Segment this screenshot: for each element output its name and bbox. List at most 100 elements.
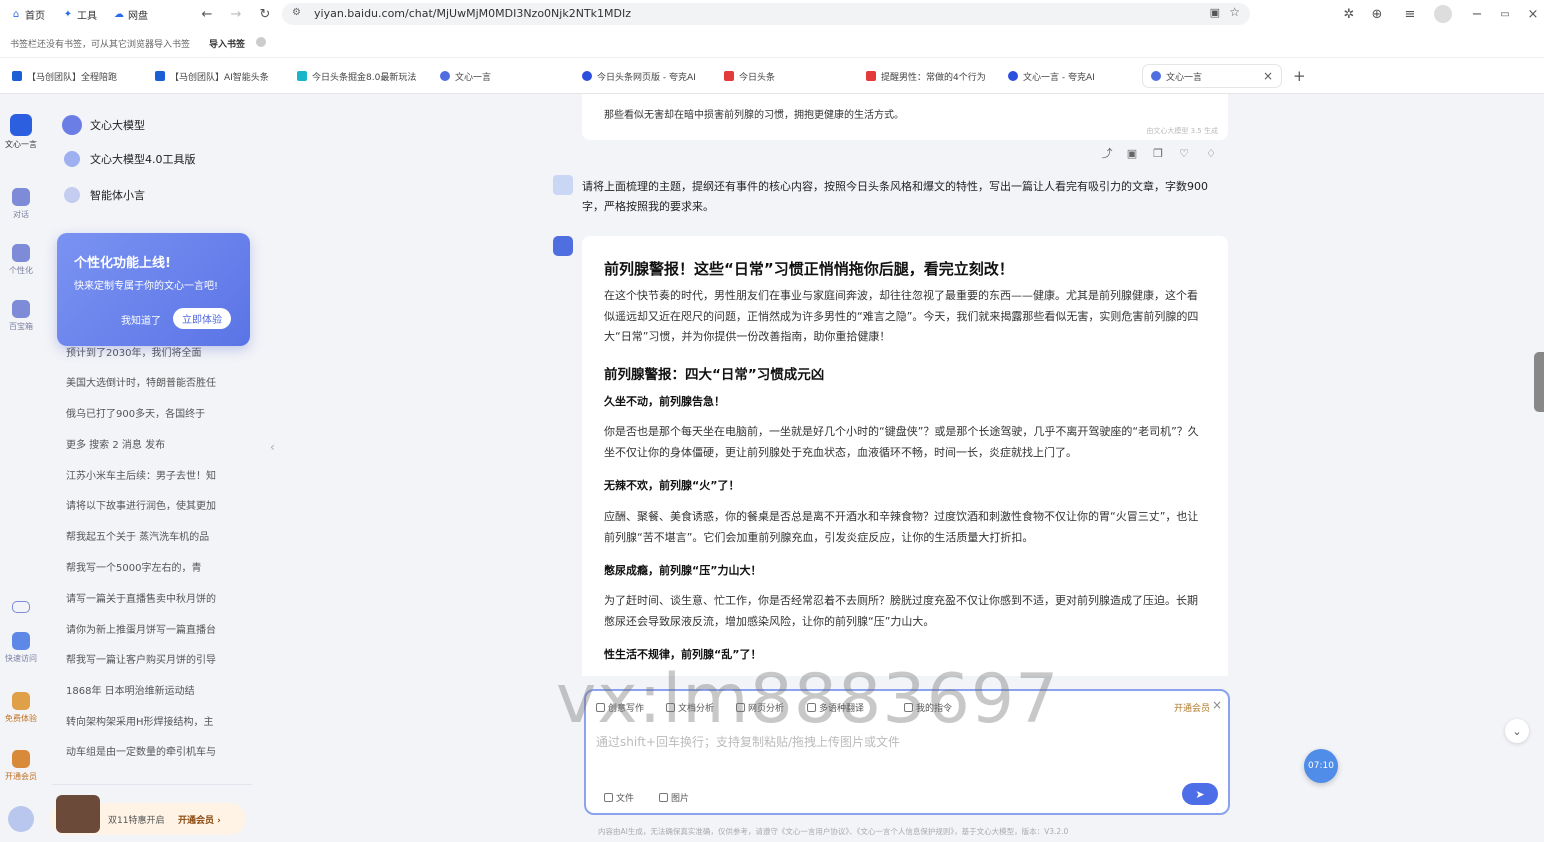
history-item[interactable]: 俄乌已打了900多天，各国终于 [66, 405, 236, 420]
minimize-icon[interactable]: − [1468, 5, 1486, 23]
address-bar[interactable]: ⚙ yiyan.baidu.com/chat/MjUwMjM0MDI3Nzo0N… [282, 3, 1250, 25]
tab-3[interactable]: 文心一言 [440, 65, 560, 87]
history-item[interactable]: 帮我起五个关于 蒸汽洗车机的品 [66, 528, 236, 543]
rail-toolbox[interactable]: 百宝箱 [0, 300, 42, 332]
history-item[interactable]: 请写一篇关于直播售卖中秋月饼的 [66, 590, 236, 605]
rail-personalize[interactable]: 个性化 [0, 244, 42, 276]
tab-4[interactable]: 今日头条网页版 - 夸克AI [582, 65, 712, 87]
history-item[interactable]: 预计到了2030年，我们将全面 [66, 344, 236, 359]
collapse-sidebar-icon[interactable]: ‹ [270, 440, 275, 454]
history-item[interactable]: 帮我写一篇让客户购买月饼的引导 [66, 651, 236, 666]
tab-6[interactable]: 提醒男性：常做的4个行为 [866, 65, 994, 87]
rail-membership[interactable]: 开通会员 [0, 750, 42, 782]
gift-icon [12, 692, 30, 710]
send-button[interactable]: ➤ [1182, 783, 1218, 805]
url-text: yiyan.baidu.com/chat/MjUwMjM0MDI3Nzo0Njk… [314, 7, 632, 20]
promo-cta-button[interactable]: 开通会员 › [178, 813, 221, 826]
nav-home[interactable]: ⌂ 首页 [10, 5, 45, 23]
menu-wenxin-model[interactable]: 文心大模型 [62, 115, 145, 135]
promo-banner[interactable]: 双11特惠开启 开通会员 › [50, 795, 246, 835]
tab-1[interactable]: 【马创团队】AI智能头条 [155, 65, 285, 87]
model-icon [62, 115, 82, 135]
left-rail: 文心一言 对话 个性化 百宝箱 快速访问 免费体验 开通会员 [0, 94, 42, 842]
model-4-icon [64, 151, 80, 167]
rail-logo[interactable]: 文心一言 [0, 114, 42, 150]
bot-answer-card: 前列腺警报！这些“日常”习惯正悄悄拖你后腿，看完立刻改！ 在这个快节奏的时代，男… [582, 236, 1228, 676]
nav-tools[interactable]: ✦ 工具 [62, 5, 97, 23]
copy-icon[interactable]: ❐ [1151, 146, 1165, 160]
model-tag: 由文心大模型 3.5 生成 [1146, 127, 1218, 135]
scroll-down-icon[interactable]: ⌄ [1505, 719, 1529, 743]
history-item[interactable]: 江苏小米车主后续：男子去世！知 [66, 467, 236, 482]
sidebar-divider [52, 784, 252, 785]
mail-icon [12, 601, 30, 613]
new-tab-icon[interactable]: + [1293, 67, 1306, 85]
download-icon[interactable]: ⊕ [1368, 5, 1386, 23]
attach-file-button[interactable]: 文件 [604, 791, 634, 804]
history-item[interactable]: 动车组是由一定数量的牵引机车与 [66, 743, 236, 758]
answer-paragraph-3: 为了赶时间、谈生意、忙工作，你是否经常忍着不去厕所？膀胱过度充盈不仅让你感到不适… [604, 594, 1198, 628]
reader-icon[interactable]: ▣ [1210, 6, 1220, 19]
wenxin-logo-icon [10, 114, 32, 136]
history-item[interactable]: 请你为新上推蛋月饼写一篇直播台 [66, 621, 236, 636]
image-icon[interactable]: ▣ [1125, 146, 1139, 160]
close-window-icon[interactable]: × [1524, 5, 1542, 23]
back-icon[interactable]: ← [198, 5, 216, 23]
popup-try-button[interactable]: 立即体验 [173, 308, 231, 329]
maximize-icon[interactable]: ▭ [1496, 5, 1514, 23]
import-bookmarks-link[interactable]: 导入书签 [209, 37, 245, 50]
tab-7[interactable]: 文心一言 - 夸克AI [1008, 65, 1128, 87]
promo-text: 双11特惠开启 [108, 816, 165, 826]
previous-answer-card: 那些看似无害却在暗中损害前列腺的习惯，拥抱更健康的生活方式。 由文心大模型 3.… [582, 94, 1228, 140]
tab-5[interactable]: 今日头条 [724, 65, 844, 87]
history-item[interactable]: 美国大选倒计时，特朗普能否胜任 [66, 374, 236, 389]
tab-8-active[interactable]: 文心一言 × [1143, 65, 1281, 87]
history-item[interactable]: 转向架构架采用H形焊接结构，主 [66, 713, 236, 728]
history-item[interactable]: 更多 搜索 2 消息 发布 [66, 436, 236, 451]
tab-favicon-icon [582, 71, 592, 81]
send-plane-icon [12, 632, 30, 650]
file-icon [604, 793, 613, 802]
bookmark-hint: 书签栏还没有书签，可从其它浏览器导入书签 [10, 40, 191, 50]
thumbs-down-icon[interactable]: ♢ [1204, 146, 1218, 160]
menu-icon[interactable]: ≡ [1401, 5, 1419, 23]
tab-0[interactable]: 【马创团队】全程陪跑 [12, 65, 142, 87]
previous-answer-text: 那些看似无害却在暗中损害前列腺的习惯，拥抱更健康的生活方式。 [604, 110, 904, 121]
popup-dismiss-button[interactable]: 我知道了 [121, 312, 161, 327]
rail-free-trial[interactable]: 免费体验 [0, 692, 42, 724]
star-icon[interactable]: ☆ [1229, 5, 1240, 19]
attach-image-button[interactable]: 图片 [659, 791, 689, 804]
rail-mail[interactable] [0, 598, 42, 616]
menu-agent-xiaoyan[interactable]: 智能体小言 [62, 187, 145, 203]
tools-icon: ✦ [63, 8, 73, 20]
history-item[interactable]: 帮我写一个5000字左右的，青 [66, 559, 236, 574]
browser-toolbar: ⌂ 首页 ✦ 工具 ☁ 网盘 ← → ↻ ⚙ yiyan.baidu.com/chat… [0, 0, 1544, 28]
open-membership-link[interactable]: 开通会员 [1174, 701, 1210, 714]
history-item[interactable]: 请将以下故事进行润色，使其更加 [66, 497, 236, 512]
user-message-avatar [553, 175, 573, 195]
reload-icon[interactable]: ↻ [256, 5, 274, 23]
tab-favicon-icon [1151, 71, 1161, 81]
rail-chat[interactable]: 对话 [0, 188, 42, 220]
tab-2[interactable]: 今日头条掘金8.0最新玩法 [297, 65, 427, 87]
site-settings-icon[interactable]: ⚙ [292, 7, 301, 18]
history-item[interactable]: 1868年 日本明治维新运动结 [66, 682, 236, 697]
side-panel-handle[interactable] [1534, 352, 1544, 412]
nav-cloud-drive[interactable]: ☁ 网盘 [113, 5, 148, 23]
home-icon: ⌂ [12, 8, 20, 20]
menu-wenxin-4-tools[interactable]: 文心大模型4.0工具版 [62, 151, 196, 167]
sidebar: 文心大模型 文心大模型4.0工具版 智能体小言 预计到了2030年，我们将全面 … [42, 94, 262, 842]
profile-avatar[interactable] [1434, 5, 1452, 23]
close-hint-icon[interactable] [256, 37, 266, 47]
close-tab-icon[interactable]: × [1263, 69, 1273, 83]
timer-badge[interactable]: 07:10 [1304, 749, 1338, 783]
share-icon[interactable]: ⤴ [1100, 146, 1114, 160]
user-message: 请将上面梳理的主题，提纲还有事件的核心内容，按照今日头条风格和爆文的特性，写出一… [582, 180, 1208, 213]
extensions-icon[interactable]: ✲ [1340, 5, 1358, 23]
forward-icon[interactable]: → [227, 5, 245, 23]
rail-quick-access[interactable]: 快速访问 [0, 632, 42, 664]
user-avatar[interactable] [8, 806, 34, 832]
picture-icon [659, 793, 668, 802]
close-tools-icon[interactable]: × [1212, 698, 1222, 712]
thumbs-up-icon[interactable]: ♡ [1177, 146, 1191, 160]
